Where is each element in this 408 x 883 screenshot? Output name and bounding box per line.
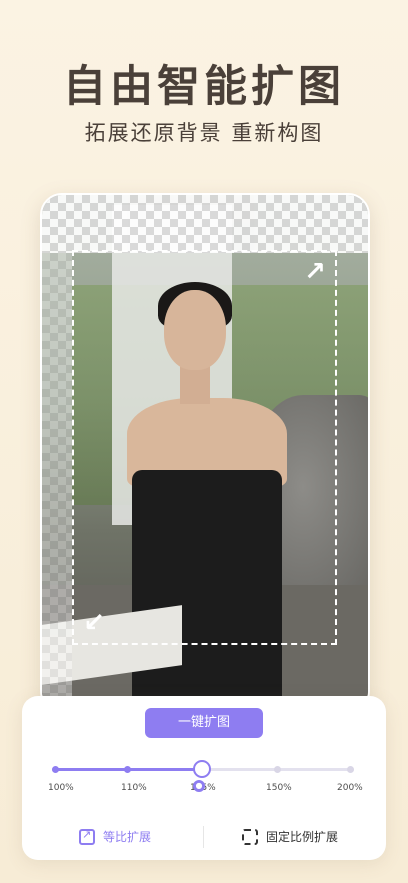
scale-slider[interactable]: [52, 760, 354, 778]
proportional-expand-option[interactable]: 等比扩展: [79, 828, 151, 845]
tick-label-200: 200%: [337, 783, 363, 793]
pointer-hand-icon: ●: [193, 780, 205, 792]
hero-subtitle: 拓展还原背景 重新构图: [84, 121, 324, 145]
expand-crop-box[interactable]: ↗ ↙: [72, 250, 337, 645]
hero-title: 自由智能扩图: [63, 62, 345, 112]
expand-arrow-top-right-icon[interactable]: ↗: [301, 258, 329, 286]
slider-stop-110[interactable]: [124, 766, 131, 773]
options-divider: [203, 826, 204, 848]
proportional-expand-icon: [79, 828, 95, 845]
bottom-panel: 一键扩图 100% 110% 125% 150% 200% 等比扩展 固定比例扩…: [22, 696, 386, 860]
fixed-ratio-expand-label: 固定比例扩展: [266, 830, 339, 844]
slider-stop-150[interactable]: [274, 766, 281, 773]
tick-label-150: 150%: [266, 783, 292, 793]
slider-thumb[interactable]: [193, 760, 211, 778]
transparent-area-top: [42, 195, 368, 253]
proportional-expand-label: 等比扩展: [103, 830, 152, 844]
fixed-ratio-expand-option[interactable]: 固定比例扩展: [242, 828, 338, 845]
tick-label-110: 110%: [121, 783, 147, 793]
transparent-area-left: [42, 253, 72, 711]
image-preview[interactable]: ↗ ↙: [40, 193, 370, 713]
one-key-expand-button[interactable]: 一键扩图: [145, 708, 263, 738]
slider-stop-100[interactable]: [52, 766, 59, 773]
fixed-ratio-icon: [242, 828, 258, 845]
slider-stop-200[interactable]: [347, 766, 354, 773]
expand-arrow-bottom-left-icon[interactable]: ↙: [80, 609, 108, 637]
tick-label-100: 100%: [48, 783, 74, 793]
